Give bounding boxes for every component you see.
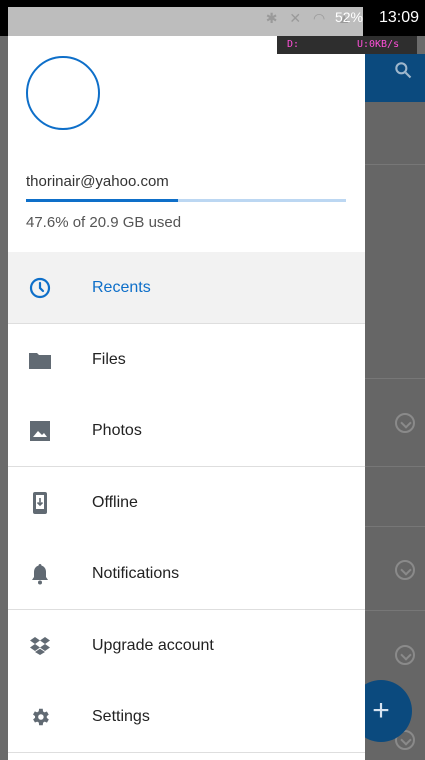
avatar[interactable] <box>26 56 100 130</box>
menu-item-label: Files <box>92 350 126 368</box>
storage-usage-fill <box>26 199 179 202</box>
menu-item-label: Photos <box>92 421 142 439</box>
offline-device-icon <box>20 483 60 523</box>
menu-item-label: Offline <box>92 493 138 511</box>
battery-percent: 52% <box>334 9 363 25</box>
status-bar: ✱ ✕ ◠ ▲ 52% 13:09 <box>0 0 425 36</box>
background-divider <box>365 466 425 467</box>
net-up-prefix: U: <box>357 39 370 50</box>
menu-item-files[interactable]: Files <box>8 324 365 395</box>
menu-item-notifications[interactable]: Notifications <box>8 538 365 609</box>
bell-icon <box>20 554 60 594</box>
net-speed: 0KB/s <box>369 39 400 50</box>
menu-item-recents[interactable]: Recents <box>8 252 365 323</box>
wifi-icon: ◠ <box>313 10 330 26</box>
navigation-drawer: thorinair@yahoo.com 47.6% of 20.9 GB use… <box>8 36 365 760</box>
account-email: thorinair@yahoo.com <box>26 173 169 190</box>
chevron-down-icon[interactable] <box>395 645 415 665</box>
divider <box>8 752 365 753</box>
background-divider <box>365 610 425 611</box>
image-icon <box>20 411 60 451</box>
menu-item-label: Recents <box>92 278 151 296</box>
plus-icon: + <box>372 694 390 727</box>
dropbox-icon <box>20 626 60 666</box>
network-speed-overlay: D: U: 0KB/s <box>277 36 417 54</box>
background-scrim[interactable] <box>365 102 425 760</box>
background-divider <box>365 526 425 527</box>
background-divider <box>365 378 425 379</box>
drawer-menu: Recents Files Photos Offline Notificatio… <box>8 252 365 753</box>
clock-icon <box>20 268 60 308</box>
storage-usage-text: 47.6% of 20.9 GB used <box>26 214 182 231</box>
folder-icon <box>20 340 60 380</box>
mute-icon: ✕ <box>289 10 306 26</box>
clock-time: 13:09 <box>378 9 419 26</box>
net-down-prefix: D: <box>287 39 300 50</box>
menu-item-upgrade-account[interactable]: Upgrade account <box>8 610 365 681</box>
menu-item-offline[interactable]: Offline <box>8 467 365 538</box>
storage-usage-bar <box>26 199 346 202</box>
chevron-down-icon[interactable] <box>395 413 415 433</box>
menu-item-settings[interactable]: Settings <box>8 681 365 752</box>
search-icon[interactable] <box>393 60 413 80</box>
bluetooth-icon: ✱ <box>265 10 282 26</box>
menu-item-photos[interactable]: Photos <box>8 395 365 466</box>
menu-item-label: Upgrade account <box>92 636 214 654</box>
menu-item-label: Settings <box>92 707 150 725</box>
menu-item-label: Notifications <box>92 564 180 582</box>
chevron-down-icon[interactable] <box>395 560 415 580</box>
background-divider <box>365 164 425 165</box>
gear-icon <box>20 697 60 737</box>
